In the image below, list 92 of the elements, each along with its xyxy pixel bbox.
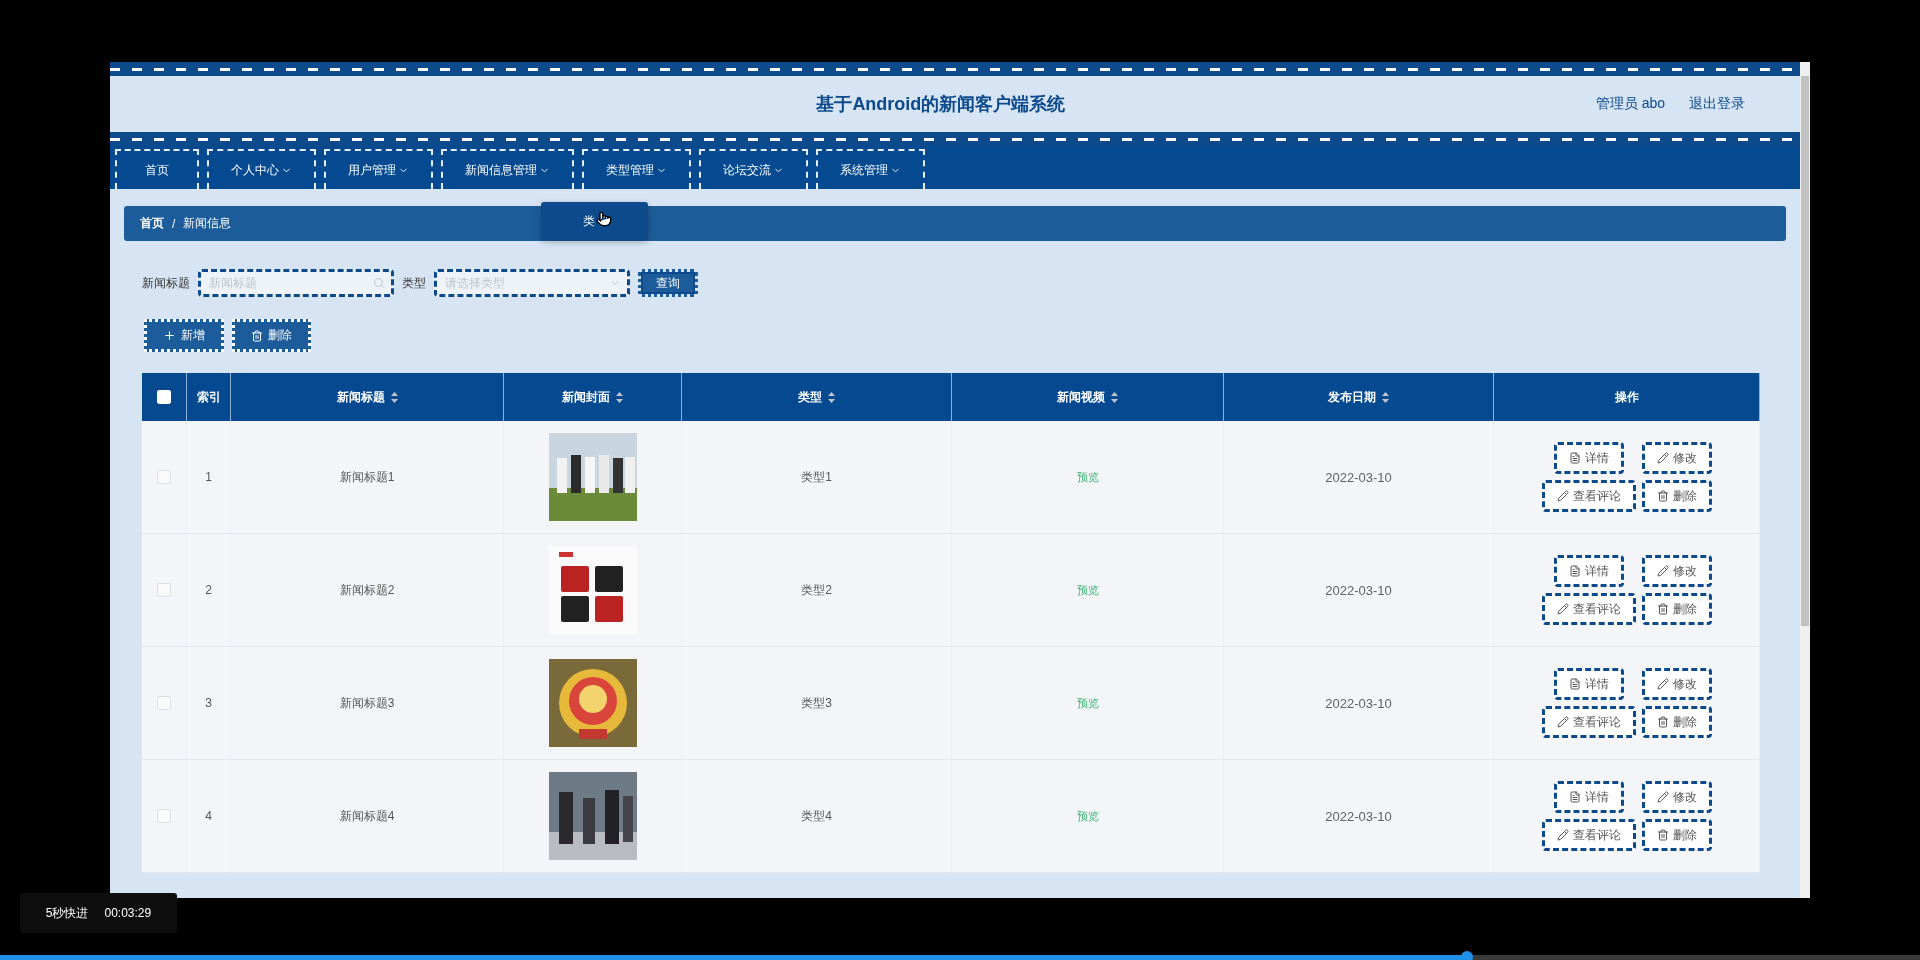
table-cell: 类型4 <box>801 807 832 825</box>
breadcrumb-item[interactable]: 首页 <box>140 215 164 232</box>
trash-icon <box>251 329 263 342</box>
edit-button[interactable]: 查看评论 <box>1541 593 1636 625</box>
pencil-icon <box>1556 829 1569 841</box>
edit-button[interactable]: 查看评论 <box>1541 819 1636 851</box>
document-icon <box>1568 452 1581 464</box>
pencil-icon <box>1556 490 1569 502</box>
table-cell: 类型3 <box>801 694 832 712</box>
table-cell: 4 <box>205 809 212 823</box>
detail-button[interactable]: 详情 <box>1553 555 1624 587</box>
plus-icon <box>163 329 176 342</box>
document-icon <box>1568 565 1581 577</box>
table-cell: 2022-03-10 <box>1325 695 1392 711</box>
trash-icon <box>1656 716 1669 728</box>
search-icon <box>373 277 385 289</box>
delete-button[interactable]: 删除 <box>1641 480 1712 512</box>
nav-tab[interactable]: 首页 <box>115 149 199 189</box>
row-checkbox[interactable] <box>157 696 171 710</box>
table-cell: 新闻标题2 <box>339 581 395 599</box>
column-header[interactable]: 新闻封面 <box>504 373 682 421</box>
column-header[interactable]: 发布日期 <box>1224 373 1494 421</box>
scrollbar[interactable] <box>1800 62 1810 898</box>
delete-button[interactable]: 删除 <box>1641 819 1712 851</box>
table-cell: 3 <box>205 696 212 710</box>
edit-button[interactable]: 修改 <box>1641 668 1712 700</box>
sort-icon[interactable] <box>1382 391 1389 403</box>
table-cell: 类型1 <box>801 468 832 486</box>
row-checkbox[interactable] <box>157 470 171 484</box>
table-cell: 2022-03-10 <box>1325 469 1392 485</box>
pencil-icon <box>1656 678 1669 690</box>
trash-icon <box>1656 829 1669 841</box>
trash-icon <box>1656 490 1669 502</box>
document-icon <box>1568 791 1581 803</box>
pencil-icon <box>1656 565 1669 577</box>
field-label: 新闻标题 <box>142 274 190 292</box>
logout-link[interactable]: 退出登录 <box>1689 95 1745 113</box>
nav-tab[interactable]: 类型管理 <box>582 149 691 189</box>
sort-icon[interactable] <box>390 391 398 403</box>
nav-tab[interactable]: 系统管理 <box>816 149 925 189</box>
table-cell: 2 <box>205 583 212 597</box>
column-header[interactable]: 新闻视频 <box>952 373 1224 421</box>
edit-button[interactable]: 查看评论 <box>1541 480 1636 512</box>
user-label: 管理员 abo <box>1595 95 1665 113</box>
detail-button[interactable]: 详情 <box>1553 668 1624 700</box>
sort-icon[interactable] <box>828 391 835 403</box>
edit-button[interactable]: 修改 <box>1641 442 1712 474</box>
delete-button[interactable]: 删除 <box>232 319 311 352</box>
detail-button[interactable]: 详情 <box>1553 781 1624 813</box>
pencil-icon <box>1556 716 1569 728</box>
select-all-checkbox[interactable] <box>157 390 171 404</box>
column-header[interactable]: 新闻标题 <box>231 373 504 421</box>
search-button[interactable]: 查询 <box>638 269 698 297</box>
delete-button[interactable]: 删除 <box>1641 593 1712 625</box>
detail-button[interactable]: 详情 <box>1553 442 1624 474</box>
nav-tab[interactable]: 个人中心 <box>207 149 316 189</box>
trash-icon <box>1656 603 1669 615</box>
table-cell: 新闻标题1 <box>339 468 395 486</box>
delete-button[interactable]: 删除 <box>1641 706 1712 738</box>
document-icon <box>1568 678 1581 690</box>
row-checkbox[interactable] <box>157 809 171 823</box>
table-cell: 1 <box>205 470 212 484</box>
edit-button[interactable]: 修改 <box>1641 555 1712 587</box>
field-label: 类型 <box>402 274 426 292</box>
sort-icon[interactable] <box>616 391 623 403</box>
hand-cursor-icon <box>596 211 612 227</box>
edit-button[interactable]: 查看评论 <box>1541 706 1636 738</box>
row-checkbox[interactable] <box>157 583 171 597</box>
add-button[interactable]: 新增 <box>144 319 224 352</box>
table-cell: 新闻标题3 <box>339 694 395 712</box>
table-cell: 2022-03-10 <box>1325 582 1392 598</box>
column-header: 索引 <box>187 373 231 421</box>
nav-tab[interactable]: 新闻信息管理 <box>441 149 574 189</box>
table-cell: 新闻标题4 <box>339 807 395 825</box>
sort-icon[interactable] <box>1111 391 1118 403</box>
site-title: 基于Android的新闻客户端系统 <box>815 93 1067 116</box>
breadcrumb-separator: / <box>172 216 176 231</box>
nav-tab[interactable]: 论坛交流 <box>699 149 808 189</box>
time-text: 00:03:29 <box>104 906 152 920</box>
pencil-icon <box>1556 603 1569 615</box>
column-header: 操作 <box>1494 373 1760 421</box>
nav-tab[interactable]: 用户管理 <box>324 149 433 189</box>
edit-button[interactable]: 修改 <box>1641 781 1712 813</box>
column-header[interactable]: 类型 <box>682 373 952 421</box>
dropdown-item[interactable]: 类 <box>582 212 595 230</box>
table-cell: 类型2 <box>801 581 832 599</box>
table-cell: 2022-03-10 <box>1325 808 1392 824</box>
progress-knob[interactable] <box>1460 951 1473 960</box>
breadcrumb-item: 新闻信息 <box>183 215 232 232</box>
pencil-icon <box>1656 791 1669 803</box>
pencil-icon <box>1656 452 1669 464</box>
hint-text: 5秒快进 <box>45 904 89 922</box>
